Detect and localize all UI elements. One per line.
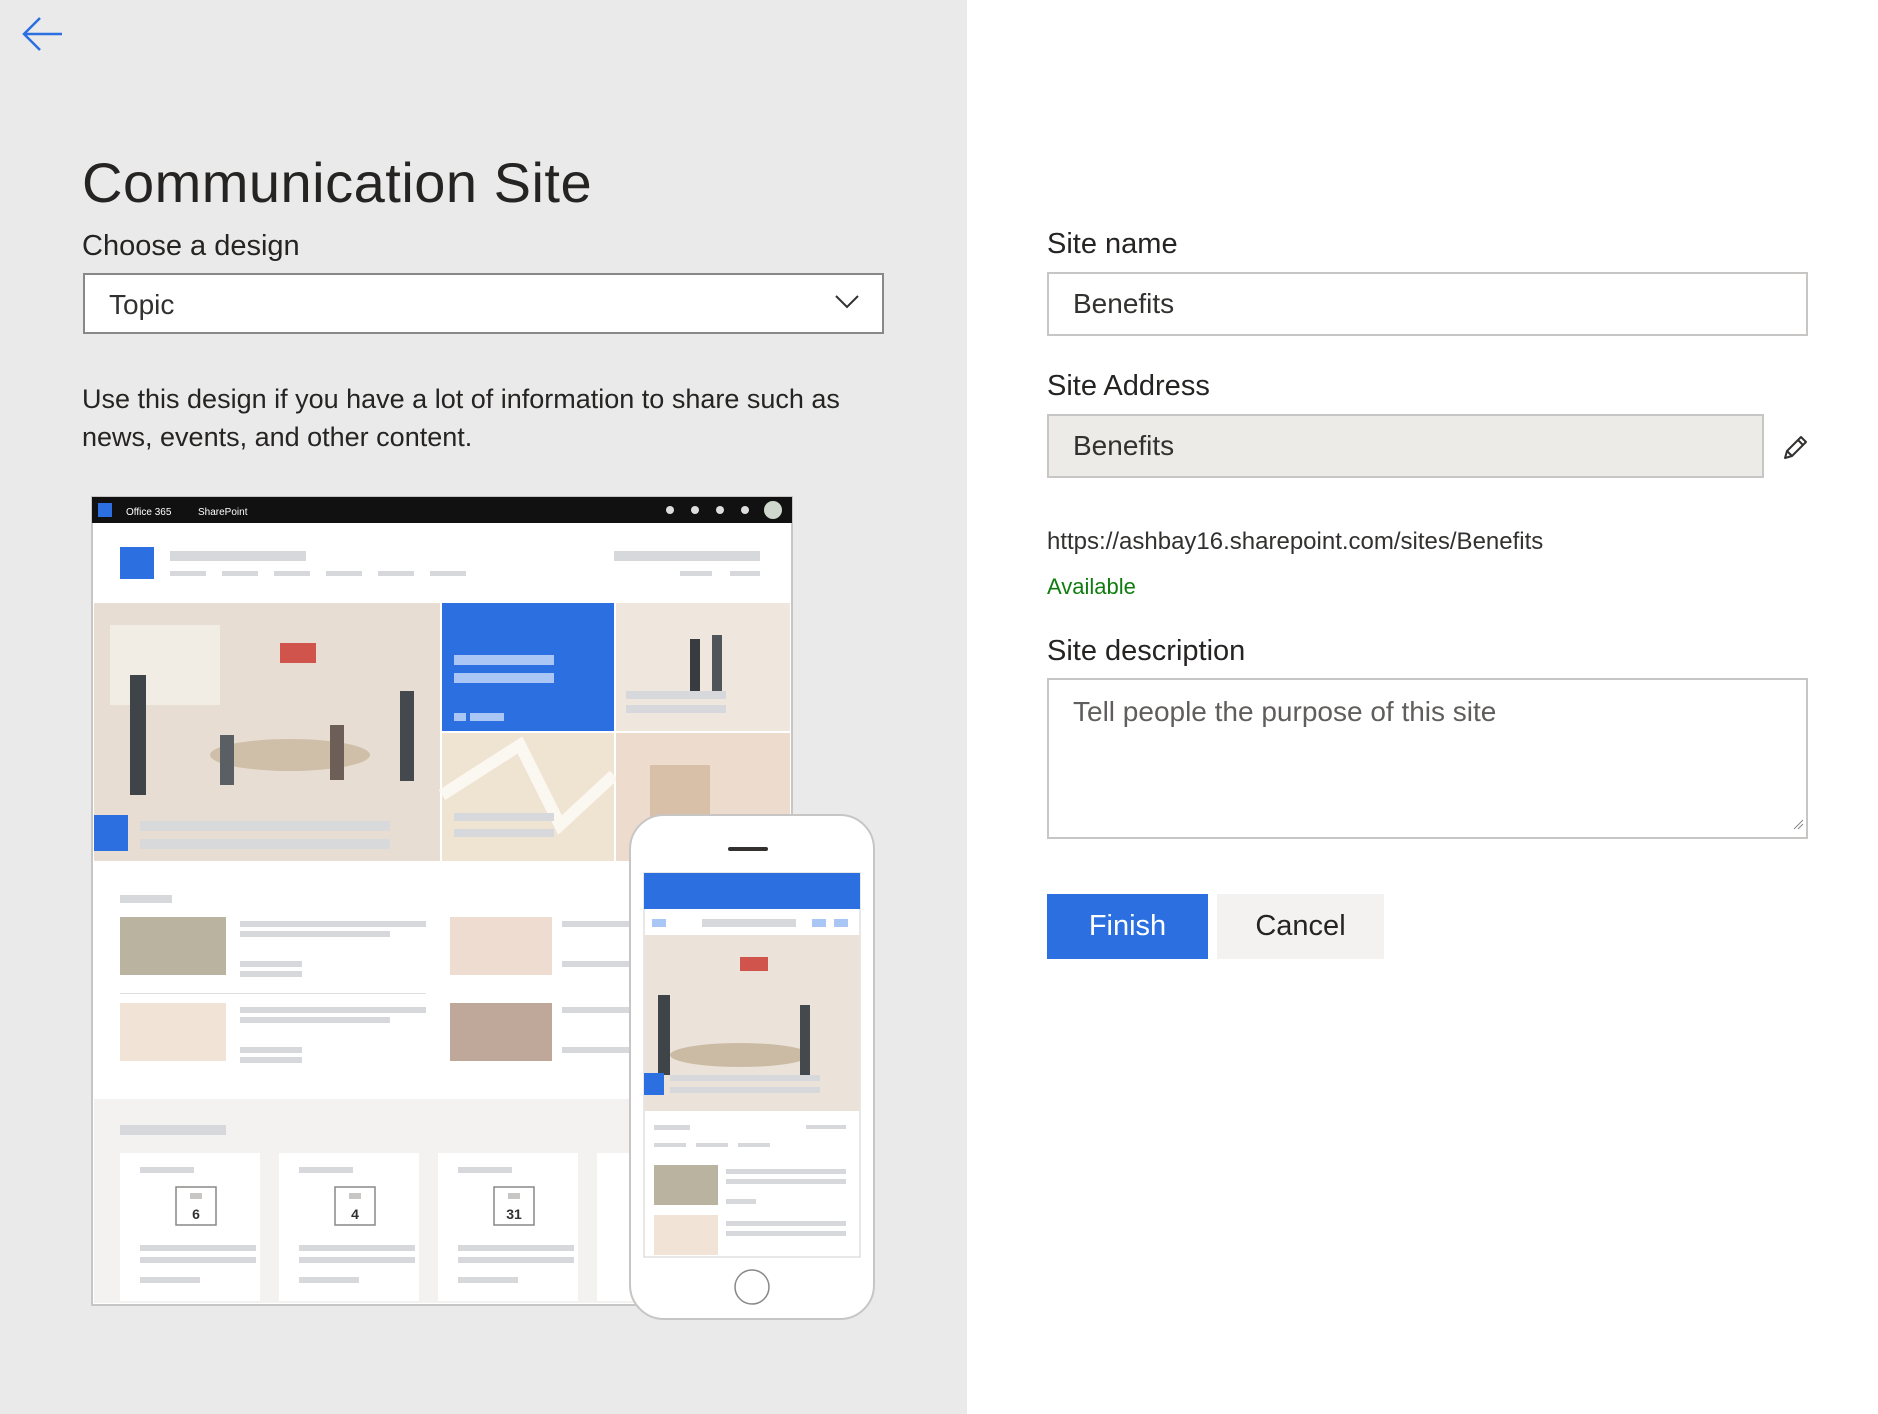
design-label: Choose a design — [82, 230, 300, 262]
site-address-value: Benefits — [1073, 430, 1175, 461]
site-name-input[interactable]: Benefits — [1047, 272, 1808, 336]
page-title: Communication Site — [82, 151, 593, 214]
preview-topbar-app: Office 365 — [126, 507, 172, 518]
preview-event-day-1: 6 — [192, 1206, 200, 1222]
edit-pencil-icon[interactable] — [1779, 432, 1811, 464]
site-name-label: Site name — [1047, 228, 1178, 260]
site-description-textarea[interactable]: Tell people the purpose of this site — [1047, 678, 1808, 839]
design-description: Use this design if you have a lot of inf… — [82, 384, 840, 452]
finish-button[interactable]: Finish — [1047, 894, 1208, 959]
site-url: https://ashbay16.sharepoint.com/sites/Be… — [1047, 528, 1544, 555]
availability-status: Available — [1047, 574, 1136, 599]
site-address-input[interactable]: Benefits — [1047, 414, 1764, 478]
site-description-label: Site description — [1047, 635, 1246, 667]
chevron-down-icon — [834, 293, 860, 316]
site-name-value: Benefits — [1073, 288, 1175, 319]
resize-grip-icon[interactable] — [1792, 817, 1804, 835]
preview-event-day-2: 4 — [351, 1206, 359, 1222]
cancel-button[interactable]: Cancel — [1217, 894, 1384, 959]
site-description-placeholder: Tell people the purpose of this site — [1073, 696, 1497, 727]
design-preview-image: Office 365 SharePoint 6 4 31 — [90, 495, 880, 1325]
design-panel: Communication Site Choose a design Topic… — [0, 0, 967, 1414]
site-address-label: Site Address — [1047, 370, 1210, 402]
design-dropdown-value: Topic — [109, 289, 175, 320]
preview-event-day-3: 31 — [506, 1206, 522, 1222]
back-arrow-icon[interactable] — [18, 12, 66, 56]
preview-topbar-product: SharePoint — [198, 507, 248, 518]
design-dropdown[interactable]: Topic — [83, 273, 884, 334]
